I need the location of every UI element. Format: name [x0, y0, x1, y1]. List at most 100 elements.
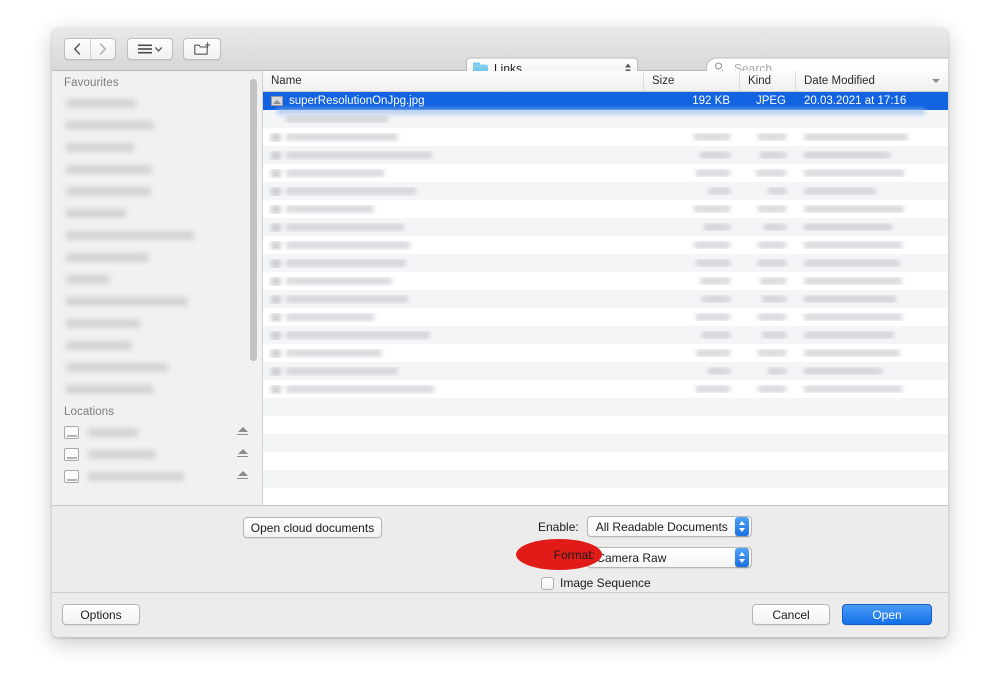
eject-icon[interactable]	[237, 427, 248, 437]
table-row-empty[interactable]	[263, 416, 948, 434]
table-row[interactable]	[263, 344, 948, 362]
table-row[interactable]	[263, 272, 948, 290]
sidebar-item[interactable]	[52, 378, 262, 400]
file-icon-redacted	[271, 276, 281, 286]
cell-name-redacted	[286, 331, 430, 339]
format-popup-button[interactable]: Camera Raw	[587, 547, 753, 568]
open-button[interactable]: Open	[842, 604, 932, 625]
file-icon-redacted	[271, 186, 281, 196]
sidebar-item[interactable]	[52, 443, 262, 465]
enable-popup-button[interactable]: All Readable Documents	[586, 516, 752, 537]
view-mode-button[interactable]	[127, 38, 173, 60]
table-row[interactable]	[263, 362, 948, 380]
cell-name-redacted	[286, 313, 374, 321]
new-folder-button[interactable]	[183, 38, 221, 60]
sidebar-scrollbar[interactable]	[250, 79, 257, 361]
table-row[interactable]	[263, 236, 948, 254]
column-header-kind[interactable]: Kind	[740, 71, 796, 91]
cell-name-redacted	[286, 169, 384, 177]
options-button[interactable]: Options	[62, 604, 140, 625]
image-sequence-checkbox[interactable]	[541, 576, 554, 590]
sidebar-item[interactable]	[52, 158, 262, 180]
cell-kind-redacted	[740, 187, 796, 195]
sidebar-item[interactable]	[52, 180, 262, 202]
cell-kind-redacted-bar	[764, 223, 786, 231]
image-sequence-row[interactable]: Image Sequence	[541, 576, 651, 590]
open-cloud-documents-button[interactable]: Open cloud documents	[243, 517, 382, 538]
sidebar-item[interactable]	[52, 421, 262, 443]
cell-kind-redacted-bar	[758, 313, 786, 321]
eject-icon[interactable]	[237, 449, 248, 459]
table-row[interactable]: superResolutionOnJpg.jpg 192 KB JPEG 20.03.…	[263, 92, 948, 110]
sidebar-item[interactable]	[52, 334, 262, 356]
cell-name	[263, 348, 644, 358]
column-header-name[interactable]: Name	[263, 71, 644, 91]
image-sequence-label: Image Sequence	[560, 576, 651, 590]
accessory-panel: Open cloud documents Enable: All Readabl…	[52, 505, 948, 592]
table-row[interactable]	[263, 380, 948, 398]
forward-button[interactable]	[91, 39, 116, 59]
navigation-segmented-control[interactable]	[64, 38, 116, 60]
table-row-empty[interactable]	[263, 434, 948, 452]
table-row[interactable]	[263, 254, 948, 272]
cell-kind-redacted-bar	[760, 151, 786, 159]
table-row[interactable]	[263, 218, 948, 236]
chevron-right-icon	[99, 43, 106, 55]
table-row[interactable]	[263, 146, 948, 164]
table-row[interactable]	[263, 128, 948, 146]
table-row-empty[interactable]	[263, 488, 948, 505]
cell-date-redacted	[796, 205, 948, 213]
sidebar-item[interactable]	[52, 136, 262, 158]
sidebar-item[interactable]	[52, 290, 262, 312]
sidebar-item[interactable]	[52, 268, 262, 290]
cell-size-redacted-bar	[708, 187, 730, 195]
sidebar-item[interactable]	[52, 114, 262, 136]
cancel-button[interactable]: Cancel	[752, 604, 830, 625]
table-row[interactable]	[263, 200, 948, 218]
column-header-date-modified-label: Date Modified	[804, 75, 875, 87]
sidebar-item[interactable]	[52, 224, 262, 246]
column-header-size[interactable]: Size	[644, 71, 740, 91]
table-row[interactable]	[263, 110, 948, 128]
sidebar-item-label-redacted	[66, 252, 149, 262]
sidebar-item-label-redacted	[66, 120, 154, 130]
file-icon-redacted	[271, 150, 281, 160]
file-icon-redacted	[271, 384, 281, 394]
cell-date-redacted	[796, 313, 948, 321]
sidebar-item[interactable]	[52, 356, 262, 378]
sidebar-item[interactable]	[52, 202, 262, 224]
sidebar[interactable]: Favourites Locations	[52, 71, 263, 505]
table-row-empty[interactable]	[263, 398, 948, 416]
sidebar-item[interactable]	[52, 312, 262, 334]
cell-kind-redacted-bar	[756, 169, 786, 177]
sidebar-item[interactable]	[52, 92, 262, 114]
cell-size-redacted-bar	[696, 313, 730, 321]
browser-area: Favourites Locations Name Size Kind Date…	[52, 71, 948, 505]
disk-icon	[64, 425, 79, 439]
cell-kind-redacted-bar	[768, 367, 786, 375]
table-row[interactable]	[263, 164, 948, 182]
list-view-icon	[138, 44, 152, 53]
cell-kind-redacted	[740, 331, 796, 339]
column-header-date-modified[interactable]: Date Modified	[796, 71, 948, 91]
table-row[interactable]	[263, 326, 948, 344]
file-list-rows[interactable]: superResolutionOnJpg.jpg 192 KB JPEG 20.03.…	[263, 92, 948, 505]
cell-kind-redacted	[740, 367, 796, 375]
table-row[interactable]	[263, 182, 948, 200]
cell-size-redacted	[644, 133, 740, 141]
table-row[interactable]	[263, 290, 948, 308]
back-button[interactable]	[65, 39, 91, 59]
cell-size-redacted-bar	[694, 133, 730, 141]
sidebar-section-title-favourites: Favourites	[64, 77, 119, 89]
file-icon-redacted	[271, 222, 281, 232]
table-row-empty[interactable]	[263, 470, 948, 488]
table-row-empty[interactable]	[263, 452, 948, 470]
cell-size-redacted	[644, 259, 740, 267]
cell-date-redacted-bar	[804, 169, 904, 177]
chevron-left-icon	[74, 43, 81, 55]
cell-name-label: superResolutionOnJpg.jpg	[289, 95, 425, 107]
eject-icon[interactable]	[237, 471, 248, 481]
sidebar-item[interactable]	[52, 465, 262, 487]
table-row[interactable]	[263, 308, 948, 326]
sidebar-item[interactable]	[52, 246, 262, 268]
